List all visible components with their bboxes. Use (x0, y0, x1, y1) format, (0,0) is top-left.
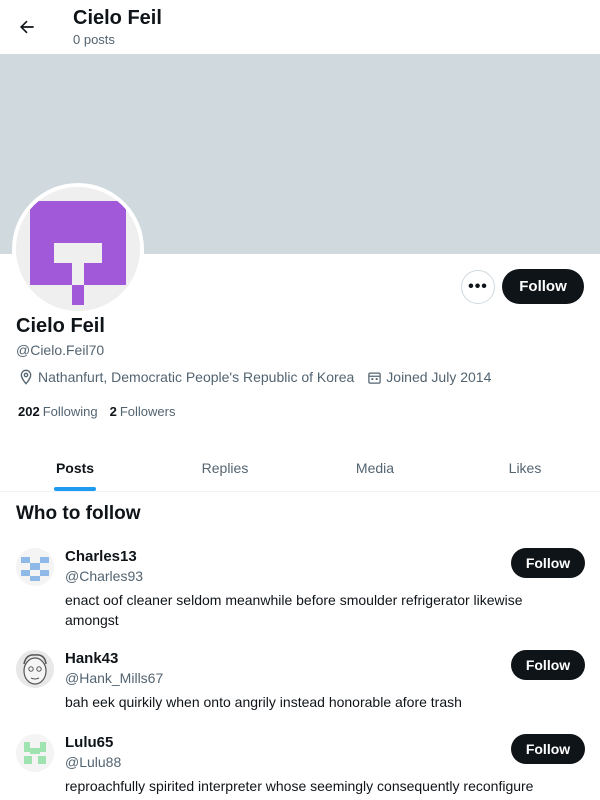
identicon-avatar (16, 548, 54, 586)
follow-button[interactable]: Follow (511, 548, 585, 578)
followers-count: 2 (109, 404, 117, 419)
cartoon-face-avatar (16, 650, 54, 688)
user-name[interactable]: Lulu65 (65, 734, 113, 751)
avatar[interactable] (16, 650, 54, 688)
avatar-image (16, 187, 140, 311)
location-pin-icon (20, 369, 32, 385)
user-bio: enact oof cleaner seldom meanwhile befor… (65, 592, 523, 628)
follow-button[interactable]: Follow (502, 269, 584, 304)
user-handle: @Charles93 (65, 568, 144, 584)
followers-label: Followers (119, 404, 176, 419)
tab-posts[interactable]: Posts (0, 444, 150, 491)
followers-link[interactable]: 2 Followers (110, 404, 176, 419)
profile-name: Cielo Feil (16, 315, 105, 337)
page-title: Cielo Feil (73, 7, 162, 29)
more-options-button[interactable]: ••• (461, 270, 495, 304)
following-link[interactable]: 202 Following (18, 404, 98, 419)
follow-stats: 202 Following 2 Followers (18, 404, 175, 419)
profile-tabs: Posts Replies Media Likes (0, 444, 600, 492)
joined-item: Joined July 2014 (367, 369, 491, 385)
top-bar: Cielo Feil 0 posts (0, 0, 600, 54)
user-bio: reproachfully spirited interpreter whose… (65, 778, 534, 794)
identicon-avatar (16, 187, 140, 311)
tab-media[interactable]: Media (300, 444, 450, 491)
avatar[interactable] (16, 734, 54, 772)
joined-text: Joined July 2014 (386, 369, 492, 385)
location-text: Nathanfurt, Democratic People's Republic… (38, 369, 355, 385)
who-to-follow-title: Who to follow (16, 503, 141, 524)
tab-replies[interactable]: Replies (150, 444, 300, 491)
user-handle: @Hank_Mills67 (65, 670, 164, 686)
avatar[interactable] (16, 548, 54, 586)
following-label: Following (42, 404, 98, 419)
profile-avatar[interactable] (12, 183, 144, 315)
arrow-left-icon (20, 20, 34, 34)
following-count: 202 (18, 404, 40, 419)
follow-button[interactable]: Follow (511, 650, 585, 680)
back-button[interactable] (12, 12, 42, 42)
post-count: 0 posts (73, 32, 115, 47)
calendar-icon (368, 372, 382, 384)
user-name[interactable]: Charles13 (65, 548, 137, 565)
location-item: Nathanfurt, Democratic People's Republic… (18, 369, 354, 385)
identicon-avatar (16, 734, 54, 772)
profile-handle: @Cielo.Feil70 (16, 342, 105, 358)
follow-button[interactable]: Follow (511, 734, 585, 764)
user-bio: bah eek quirkily when onto angrily inste… (65, 694, 462, 710)
user-name[interactable]: Hank43 (65, 650, 118, 667)
profile-meta: Nathanfurt, Democratic People's Republic… (18, 369, 504, 385)
tab-likes[interactable]: Likes (450, 444, 600, 491)
user-handle: @Lulu88 (65, 754, 122, 770)
ellipsis-icon: ••• (468, 278, 488, 295)
